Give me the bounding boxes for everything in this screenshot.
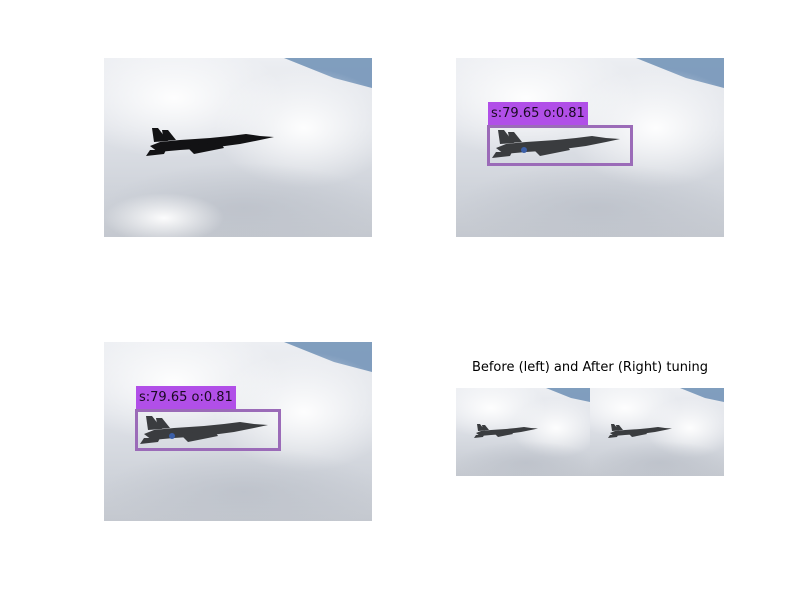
image-panel-detection-2: s:79.65 o:0.81 bbox=[104, 342, 372, 521]
image-panel-detection-1: s:79.65 o:0.81 bbox=[456, 58, 724, 237]
jet-image bbox=[608, 424, 672, 438]
jet-image bbox=[474, 424, 538, 438]
comparison-title: Before (left) and After (Right) tuning bbox=[471, 360, 709, 375]
image-panel-after bbox=[590, 388, 724, 476]
detection-label: s:79.65 o:0.81 bbox=[136, 386, 236, 409]
detection-box bbox=[135, 409, 281, 451]
detection-box bbox=[487, 125, 633, 166]
detection-label: s:79.65 o:0.81 bbox=[488, 102, 588, 125]
image-panel-before bbox=[456, 388, 590, 476]
image-panel-original bbox=[104, 58, 372, 237]
jet-silhouette bbox=[146, 128, 274, 156]
